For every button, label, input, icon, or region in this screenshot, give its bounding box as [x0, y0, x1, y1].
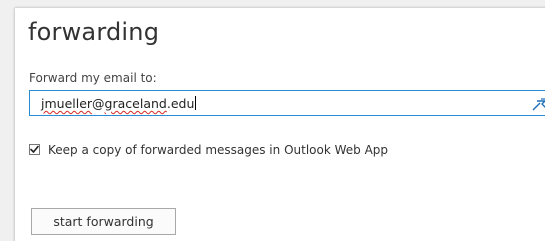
- start-forwarding-button[interactable]: start forwarding: [31, 208, 176, 235]
- forwarding-panel: forwarding Forward my email to: jmueller…: [15, 8, 545, 241]
- check-icon: [30, 145, 39, 153]
- email-at-text: @: [92, 96, 105, 111]
- keep-copy-checkbox[interactable]: [29, 144, 40, 155]
- forward-email-value[interactable]: jmueller@graceland.edu: [41, 96, 197, 112]
- pushpin-arrow-icon[interactable]: [532, 96, 545, 111]
- email-domain-text: graceland: [104, 96, 167, 111]
- email-tld-text: .edu: [166, 96, 195, 111]
- forward-email-input[interactable]: jmueller@graceland.edu: [29, 90, 545, 116]
- text-caret: [195, 96, 197, 110]
- page-title: forwarding: [28, 18, 160, 46]
- forward-email-label: Forward my email to:: [29, 71, 157, 85]
- email-user-text: jmueller: [41, 96, 93, 111]
- keep-copy-label: Keep a copy of forwarded messages in Out…: [48, 143, 389, 157]
